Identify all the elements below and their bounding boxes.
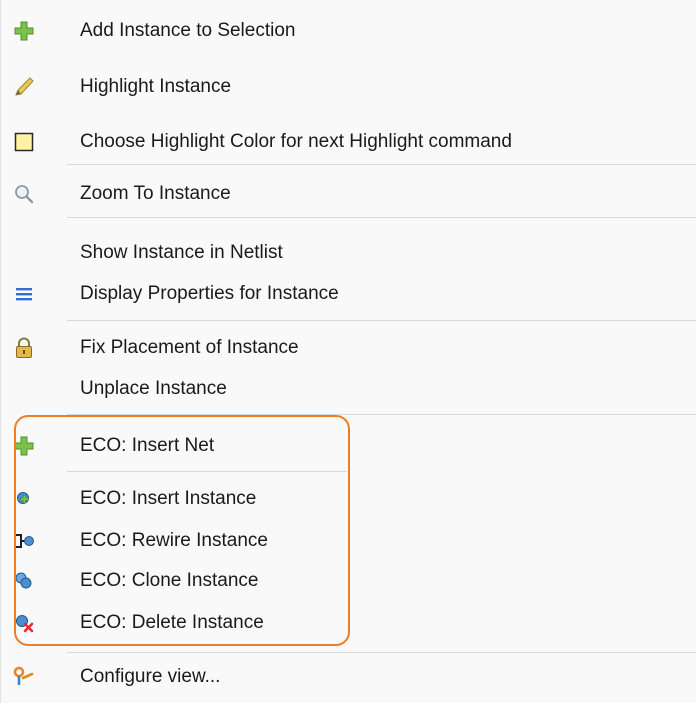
- menu-item-label: Configure view...: [80, 666, 221, 687]
- menu-item-label: ECO: Delete Instance: [80, 612, 264, 633]
- menu-separator: [67, 320, 696, 321]
- eco-rewire-icon: [13, 530, 35, 552]
- menu-item-label: Fix Placement of Instance: [80, 337, 299, 358]
- menu-item-eco-insert-net[interactable]: ECO: Insert Net: [1, 427, 696, 465]
- menu-item-label: ECO: Clone Instance: [80, 570, 259, 591]
- menu-separator: [67, 652, 696, 653]
- menu-separator: [67, 471, 347, 472]
- menu-item-label: Choose Highlight Color for next Highligh…: [80, 131, 512, 152]
- menu-item-eco-insert-instance[interactable]: ECO: Insert Instance: [1, 480, 696, 518]
- menu-item-label: Highlight Instance: [80, 76, 232, 97]
- menu-item-zoom-to-instance[interactable]: Zoom To Instance: [1, 175, 696, 213]
- eco-clone-icon: [13, 570, 35, 592]
- menu-item-highlight-instance[interactable]: Highlight Instance: [1, 68, 696, 106]
- menu-item-configure-view[interactable]: Configure view...: [1, 658, 696, 696]
- menu-item-eco-delete-instance[interactable]: ECO: Delete Instance: [1, 604, 696, 642]
- configure-icon: [13, 666, 35, 688]
- menu-item-label: Show Instance in Netlist: [80, 242, 283, 263]
- color-swatch-icon: [13, 131, 35, 153]
- menu-item-choose-highlight-color[interactable]: Choose Highlight Color for next Highligh…: [1, 123, 696, 161]
- highlighter-icon: [13, 76, 35, 98]
- magnifier-icon: [13, 183, 35, 205]
- menu-item-label: ECO: Rewire Instance: [80, 530, 268, 551]
- plus-icon: [13, 435, 35, 457]
- menu-item-unplace-instance[interactable]: Unplace Instance: [1, 370, 696, 408]
- menu-item-eco-rewire-instance[interactable]: ECO: Rewire Instance: [1, 522, 696, 560]
- menu-item-label: Add Instance to Selection: [80, 20, 296, 41]
- menu-item-label: Unplace Instance: [80, 378, 227, 399]
- menu-separator: [67, 414, 696, 415]
- menu-item-label: Display Properties for Instance: [80, 283, 339, 304]
- properties-icon: [13, 283, 35, 305]
- menu-item-add-instance-to-selection[interactable]: Add Instance to Selection: [1, 12, 696, 50]
- menu-item-eco-clone-instance[interactable]: ECO: Clone Instance: [1, 562, 696, 600]
- menu-item-fix-placement[interactable]: Fix Placement of Instance: [1, 329, 696, 367]
- menu-item-show-instance-in-netlist[interactable]: Show Instance in Netlist: [1, 234, 696, 272]
- menu-item-label: Zoom To Instance: [80, 183, 231, 204]
- menu-item-label: ECO: Insert Instance: [80, 488, 257, 509]
- menu-separator: [67, 217, 696, 218]
- menu-separator: [67, 164, 696, 165]
- eco-insert-instance-icon: [13, 488, 35, 510]
- menu-item-display-properties[interactable]: Display Properties for Instance: [1, 275, 696, 313]
- eco-delete-icon: [13, 612, 35, 634]
- menu-item-label: ECO: Insert Net: [80, 435, 215, 456]
- lock-icon: [13, 337, 35, 359]
- context-menu: Add Instance to Selection Highlight Inst…: [0, 0, 696, 703]
- plus-icon: [13, 20, 35, 42]
